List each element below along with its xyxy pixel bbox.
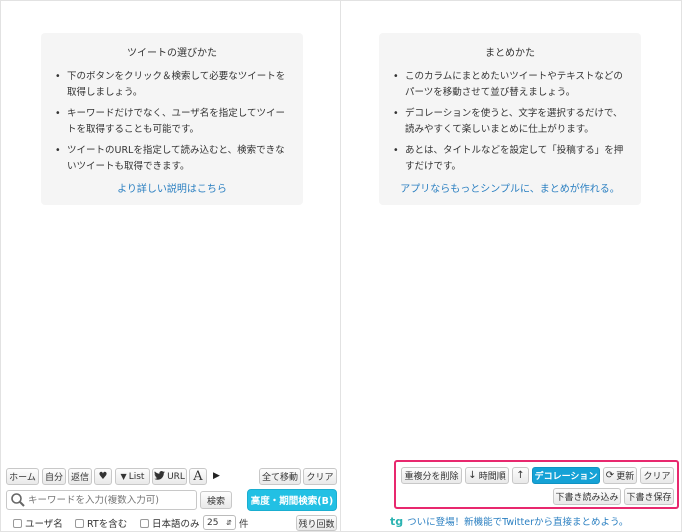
- username-option[interactable]: ユーザ名: [13, 516, 63, 530]
- font-icon: A: [193, 469, 203, 484]
- likes-button[interactable]: ♥: [94, 468, 112, 485]
- advanced-search-button[interactable]: 高度・期間検索(B): [247, 489, 337, 511]
- help-list: 下のボタンをクリック＆検索して必要なツイートを取得しましょう。 キーワードだけで…: [55, 69, 289, 175]
- list-button[interactable]: ▼ List: [115, 468, 150, 485]
- tg-logo-icon: tg: [390, 514, 404, 528]
- save-draft-button[interactable]: 下書き保存: [624, 488, 674, 505]
- heart-icon: ♥: [98, 470, 108, 482]
- self-button[interactable]: 自分: [42, 468, 66, 485]
- stepper-icon: ⇵: [226, 518, 232, 527]
- app-link[interactable]: アプリならもっとシンプルに、まとめが作れる。: [379, 180, 641, 195]
- refresh-icon: ⟳: [605, 469, 615, 481]
- count-select[interactable]: 25 ⇵: [203, 515, 236, 530]
- remaining-button[interactable]: 残り回数: [296, 515, 337, 531]
- search-box[interactable]: [6, 490, 197, 510]
- arrow-down-icon: ↓: [468, 469, 477, 481]
- arrow-up-icon: ↑: [516, 469, 525, 481]
- help-item: ツイートのURLを指定して読み込むと、検索できないツイートも取得できます。: [55, 143, 289, 175]
- font-button[interactable]: A: [189, 468, 207, 485]
- promo-text: ついに登場！新機能でTwitterから直接まとめよう。: [407, 517, 629, 528]
- help-title: まとめかた: [485, 48, 535, 59]
- load-draft-button[interactable]: 下書き読み込み: [553, 488, 621, 505]
- tweet-selection-help: ツイートの選びかた 下のボタンをクリック＆検索して必要なツイートを取得しましょう…: [41, 33, 303, 205]
- rt-option[interactable]: RTを含む: [75, 516, 127, 530]
- reply-button[interactable]: 返信: [68, 468, 92, 485]
- column-divider: [340, 0, 341, 532]
- search-input[interactable]: [28, 494, 188, 506]
- help-item: 下のボタンをクリック＆検索して必要なツイートを取得しましょう。: [55, 69, 289, 101]
- username-checkbox[interactable]: [13, 518, 22, 528]
- chronological-button[interactable]: ↓ 時間順: [465, 467, 509, 484]
- japanese-only-option[interactable]: 日本語のみ: [140, 516, 200, 530]
- promo-link[interactable]: tg ついに登場！新機能でTwitterから直接まとめよう。: [390, 513, 628, 529]
- home-button[interactable]: ホーム: [6, 468, 39, 485]
- rt-checkbox[interactable]: [75, 518, 84, 528]
- help-title: ツイートの選びかた: [127, 48, 217, 59]
- more-arrow-icon[interactable]: ▶: [213, 471, 220, 481]
- move-up-button[interactable]: ↑: [512, 467, 529, 484]
- twitter-bird-icon: [154, 470, 165, 483]
- dedupe-button[interactable]: 重複分を削除: [401, 467, 462, 484]
- japanese-only-checkbox[interactable]: [140, 518, 149, 528]
- decoration-button[interactable]: デコレーション: [532, 467, 600, 484]
- count-unit: 件: [239, 519, 249, 530]
- help-item: キーワードだけでなく、ユーザ名を指定してツイートを取得することも可能です。: [55, 106, 289, 138]
- refresh-button[interactable]: ⟳ 更新: [603, 467, 637, 484]
- url-button[interactable]: URL: [152, 468, 187, 485]
- help-list: このカラムにまとめたいツイートやテキストなどのパーツを移動させて並び替えましょう…: [393, 69, 627, 175]
- summary-help: まとめかた このカラムにまとめたいツイートやテキストなどのパーツを移動させて並び…: [379, 33, 641, 205]
- details-link[interactable]: より詳しい説明はこちら: [41, 180, 303, 195]
- search-icon: [10, 492, 26, 508]
- clear-left-button[interactable]: クリア: [303, 468, 337, 485]
- move-all-button[interactable]: 全て移動: [259, 468, 301, 485]
- help-item: このカラムにまとめたいツイートやテキストなどのパーツを移動させて並び替えましょう…: [393, 69, 627, 101]
- search-button[interactable]: 検索: [200, 491, 232, 509]
- help-item: あとは、タイトルなどを設定して「投稿する」を押すだけです。: [393, 143, 627, 175]
- help-item: デコレーションを使うと、文字を選択するだけで、読みやすくて楽しいまとめに仕上がり…: [393, 106, 627, 138]
- caret-down-icon: ▼: [120, 471, 127, 481]
- clear-right-button[interactable]: クリア: [640, 467, 674, 484]
